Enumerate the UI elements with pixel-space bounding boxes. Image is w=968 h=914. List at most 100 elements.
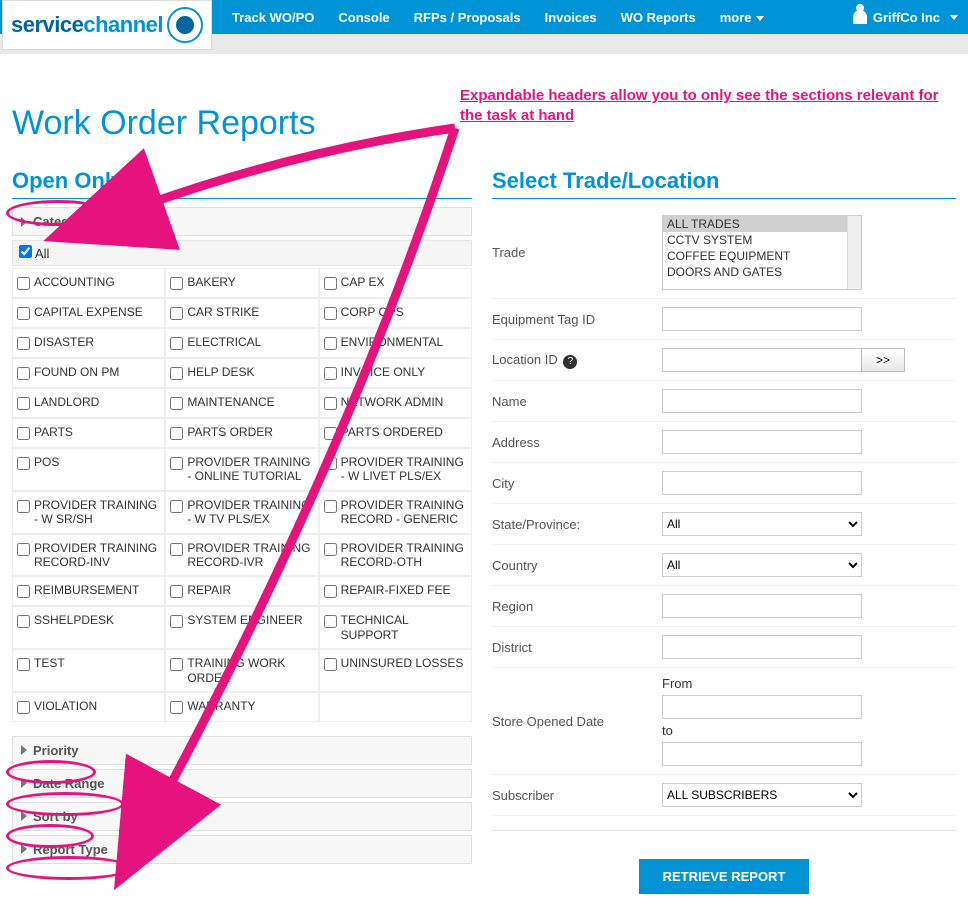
category-item[interactable]: LANDLORD <box>12 388 165 418</box>
category-item[interactable]: REPAIR <box>165 576 318 606</box>
nav-invoices[interactable]: Invoices <box>533 10 609 25</box>
help-icon[interactable]: ? <box>563 355 577 369</box>
category-checkbox[interactable] <box>324 585 337 598</box>
scrollbar[interactable] <box>847 216 861 289</box>
category-checkbox[interactable] <box>324 427 337 440</box>
category-checkbox[interactable] <box>170 337 183 350</box>
category-checkbox[interactable] <box>170 427 183 440</box>
category-item[interactable]: WARRANTY <box>165 692 318 722</box>
category-checkbox[interactable] <box>17 701 30 714</box>
equipment-tag-input[interactable] <box>662 307 862 331</box>
category-item[interactable]: SSHELPDESK <box>12 606 165 649</box>
category-checkbox[interactable] <box>324 457 337 470</box>
trade-listbox[interactable]: ALL TRADES CCTV SYSTEM COFFEE EQUIPMENT … <box>662 215 862 290</box>
category-checkbox[interactable] <box>17 337 30 350</box>
trade-option[interactable]: COFFEE EQUIPMENT <box>663 248 861 264</box>
category-checkbox[interactable] <box>170 543 183 556</box>
user-menu[interactable]: GriffCo Inc <box>853 10 958 25</box>
nav-track[interactable]: Track WO/PO <box>220 10 326 25</box>
category-checkbox[interactable] <box>324 658 337 671</box>
category-checkbox[interactable] <box>170 367 183 380</box>
category-item[interactable]: TEST <box>12 649 165 692</box>
category-item[interactable]: PROVIDER TRAINING RECORD-INV <box>12 534 165 577</box>
category-checkbox[interactable] <box>324 543 337 556</box>
category-item[interactable]: REPAIR-FIXED FEE <box>319 576 472 606</box>
category-checkbox[interactable] <box>170 585 183 598</box>
store-open-to-input[interactable] <box>662 742 862 766</box>
category-item[interactable]: MAINTENANCE <box>165 388 318 418</box>
accordion-report-type[interactable]: Report Type <box>12 835 472 864</box>
accordion-sort-by[interactable]: Sort by <box>12 802 472 831</box>
trade-option[interactable]: ALL TRADES <box>663 216 861 232</box>
category-checkbox[interactable] <box>17 277 30 290</box>
retrieve-report-button[interactable]: RETRIEVE REPORT <box>639 859 810 894</box>
nav-console[interactable]: Console <box>326 10 401 25</box>
category-item[interactable]: VIOLATION <box>12 692 165 722</box>
category-checkbox[interactable] <box>324 337 337 350</box>
category-checkbox[interactable] <box>170 277 183 290</box>
state-select[interactable]: All <box>662 512 862 536</box>
logo[interactable]: servicechannel <box>2 0 212 50</box>
category-item[interactable]: HELP DESK <box>165 358 318 388</box>
category-checkbox[interactable] <box>170 457 183 470</box>
location-id-input[interactable] <box>662 348 862 372</box>
category-item[interactable]: INVOICE ONLY <box>319 358 472 388</box>
category-item[interactable]: PROVIDER TRAINING - ONLINE TUTORIAL <box>165 448 318 491</box>
category-item[interactable]: ENVIRONMENTAL <box>319 328 472 358</box>
nav-more[interactable]: more <box>708 10 776 25</box>
category-item[interactable]: TRAINING WORK ORDER <box>165 649 318 692</box>
category-item[interactable]: PARTS ORDERED <box>319 418 472 448</box>
category-item[interactable]: UNINSURED LOSSES <box>319 649 472 692</box>
category-checkbox[interactable] <box>17 457 30 470</box>
nav-woreports[interactable]: WO Reports <box>609 10 708 25</box>
country-select[interactable]: All <box>662 553 862 577</box>
accordion-priority[interactable]: Priority <box>12 736 472 765</box>
address-input[interactable] <box>662 430 862 454</box>
category-checkbox[interactable] <box>170 615 183 628</box>
category-checkbox[interactable] <box>170 500 183 513</box>
category-item[interactable]: PROVIDER TRAINING - W LIVET PLS/EX <box>319 448 472 491</box>
category-item[interactable]: FOUND ON PM <box>12 358 165 388</box>
category-checkbox[interactable] <box>170 658 183 671</box>
category-checkbox[interactable] <box>324 500 337 513</box>
category-checkbox[interactable] <box>17 397 30 410</box>
category-checkbox[interactable] <box>324 615 337 628</box>
category-all[interactable]: All <box>19 246 49 261</box>
category-checkbox[interactable] <box>17 658 30 671</box>
category-item[interactable]: CAPITAL EXPENSE <box>12 298 165 328</box>
category-checkbox[interactable] <box>324 307 337 320</box>
category-item[interactable]: SYSTEM ENGINEER <box>165 606 318 649</box>
location-lookup-button[interactable]: >> <box>861 348 905 372</box>
category-checkbox[interactable] <box>17 427 30 440</box>
category-checkbox[interactable] <box>17 500 30 513</box>
category-item[interactable]: POS <box>12 448 165 491</box>
category-checkbox[interactable] <box>17 615 30 628</box>
category-item[interactable]: CAR STRIKE <box>165 298 318 328</box>
category-checkbox[interactable] <box>17 585 30 598</box>
category-item[interactable]: PROVIDER TRAINING - W TV PLS/EX <box>165 491 318 534</box>
category-item[interactable]: PROVIDER TRAINING - W SR/SH <box>12 491 165 534</box>
category-item[interactable]: PROVIDER TRAINING RECORD-IVR <box>165 534 318 577</box>
nav-rfps[interactable]: RFPs / Proposals <box>402 10 533 25</box>
category-item[interactable]: REIMBURSEMENT <box>12 576 165 606</box>
category-item[interactable]: NETWORK ADMIN <box>319 388 472 418</box>
category-item[interactable]: CORP OPS <box>319 298 472 328</box>
category-checkbox[interactable] <box>324 277 337 290</box>
category-checkbox[interactable] <box>17 367 30 380</box>
category-item[interactable]: CAP EX <box>319 268 472 298</box>
district-input[interactable] <box>662 635 862 659</box>
category-item[interactable]: ELECTRICAL <box>165 328 318 358</box>
category-checkbox[interactable] <box>170 307 183 320</box>
accordion-category[interactable]: Category <box>12 207 472 236</box>
category-checkbox[interactable] <box>170 397 183 410</box>
accordion-date-range[interactable]: Date Range <box>12 769 472 798</box>
category-item[interactable]: PROVIDER TRAINING RECORD-OTH <box>319 534 472 577</box>
category-checkbox[interactable] <box>324 397 337 410</box>
store-open-from-input[interactable] <box>662 695 862 719</box>
name-input[interactable] <box>662 389 862 413</box>
trade-option[interactable]: CCTV SYSTEM <box>663 232 861 248</box>
category-checkbox[interactable] <box>170 701 183 714</box>
category-checkbox[interactable] <box>17 543 30 556</box>
category-all-checkbox[interactable] <box>19 245 32 258</box>
category-item[interactable]: PARTS <box>12 418 165 448</box>
